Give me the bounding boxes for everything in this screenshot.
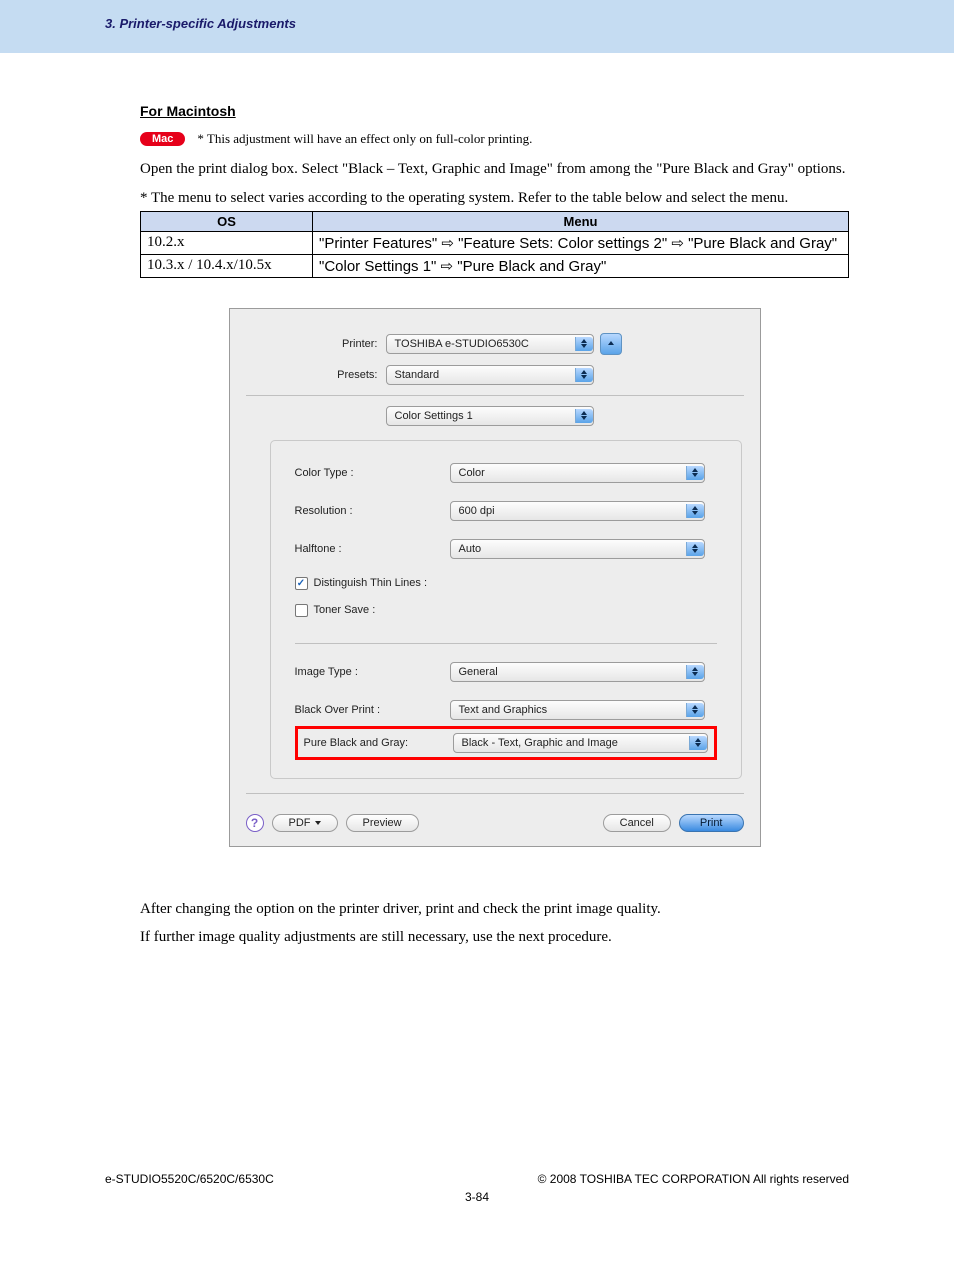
highlighted-row: Pure Black and Gray: Black - Text, Graph… <box>295 726 717 760</box>
pure-black-select[interactable]: Black - Text, Graphic and Image <box>453 733 708 753</box>
image-type-label: Image Type : <box>295 666 450 678</box>
page-content: For Macintosh Mac * This adjustment will… <box>0 53 954 952</box>
color-type-label: Color Type : <box>295 467 450 479</box>
table-row: 10.2.x "Printer Features" ⇨ "Feature Set… <box>141 231 849 254</box>
halftone-select[interactable]: Auto <box>450 539 705 559</box>
cancel-button[interactable]: Cancel <box>603 814 671 832</box>
divider <box>295 643 717 644</box>
halftone-label: Halftone : <box>295 543 450 555</box>
distinguish-checkbox[interactable]: ✓ <box>295 577 308 590</box>
updown-icon <box>575 368 593 382</box>
updown-icon <box>686 504 704 518</box>
print-button[interactable]: Print <box>679 814 744 832</box>
updown-icon <box>689 736 707 750</box>
table-row: 10.3.x / 10.4.x/10.5x "Color Settings 1"… <box>141 254 849 277</box>
updown-icon <box>686 466 704 480</box>
divider <box>246 395 744 396</box>
presets-select[interactable]: Standard <box>386 365 594 385</box>
updown-icon <box>575 409 593 423</box>
footer-copyright: © 2008 TOSHIBA TEC CORPORATION All right… <box>538 1172 849 1186</box>
disclosure-button[interactable] <box>600 333 622 355</box>
page-number: 3-84 <box>0 1190 954 1204</box>
mac-note: * This adjustment will have an effect on… <box>197 131 532 147</box>
printer-label: Printer: <box>246 338 386 350</box>
distinguish-label: Distinguish Thin Lines : <box>314 577 428 589</box>
updown-icon <box>686 665 704 679</box>
section-select[interactable]: Color Settings 1 <box>386 406 594 426</box>
footer-model: e-STUDIO5520C/6520C/6530C <box>105 1172 274 1186</box>
help-icon[interactable]: ? <box>246 814 264 832</box>
updown-icon <box>575 337 593 351</box>
divider <box>246 793 744 794</box>
settings-panel: Color Type : Color Resolution : 600 dpi … <box>270 440 742 779</box>
star-note: * The menu to select varies according to… <box>140 190 849 207</box>
chapter-header: 3. Printer-specific Adjustments <box>0 0 954 53</box>
printer-select[interactable]: TOSHIBA e-STUDIO6530C <box>386 334 594 354</box>
image-type-select[interactable]: General <box>450 662 705 682</box>
chevron-down-icon <box>315 821 321 825</box>
updown-icon <box>686 542 704 556</box>
th-menu: Menu <box>313 211 849 231</box>
pure-black-label: Pure Black and Gray: <box>304 737 453 749</box>
updown-icon <box>686 703 704 717</box>
preview-button[interactable]: Preview <box>346 814 419 832</box>
pdf-button[interactable]: PDF <box>272 814 338 832</box>
section-heading: For Macintosh <box>140 103 849 119</box>
after-paragraph-1: After changing the option on the printer… <box>140 895 849 924</box>
presets-label: Presets: <box>246 369 386 381</box>
color-type-select[interactable]: Color <box>450 463 705 483</box>
black-over-label: Black Over Print : <box>295 704 450 716</box>
th-os: OS <box>141 211 313 231</box>
black-over-select[interactable]: Text and Graphics <box>450 700 705 720</box>
resolution-select[interactable]: 600 dpi <box>450 501 705 521</box>
intro-paragraph: Open the print dialog box. Select "Black… <box>140 155 849 184</box>
os-menu-table: OS Menu 10.2.x "Printer Features" ⇨ "Fea… <box>140 211 849 278</box>
print-dialog: Printer: TOSHIBA e-STUDIO6530C Presets: … <box>229 308 761 847</box>
after-paragraph-2: If further image quality adjustments are… <box>140 923 849 952</box>
resolution-label: Resolution : <box>295 505 450 517</box>
mac-badge: Mac <box>140 132 185 146</box>
toner-save-checkbox[interactable] <box>295 604 308 617</box>
toner-save-label: Toner Save : <box>314 604 376 616</box>
